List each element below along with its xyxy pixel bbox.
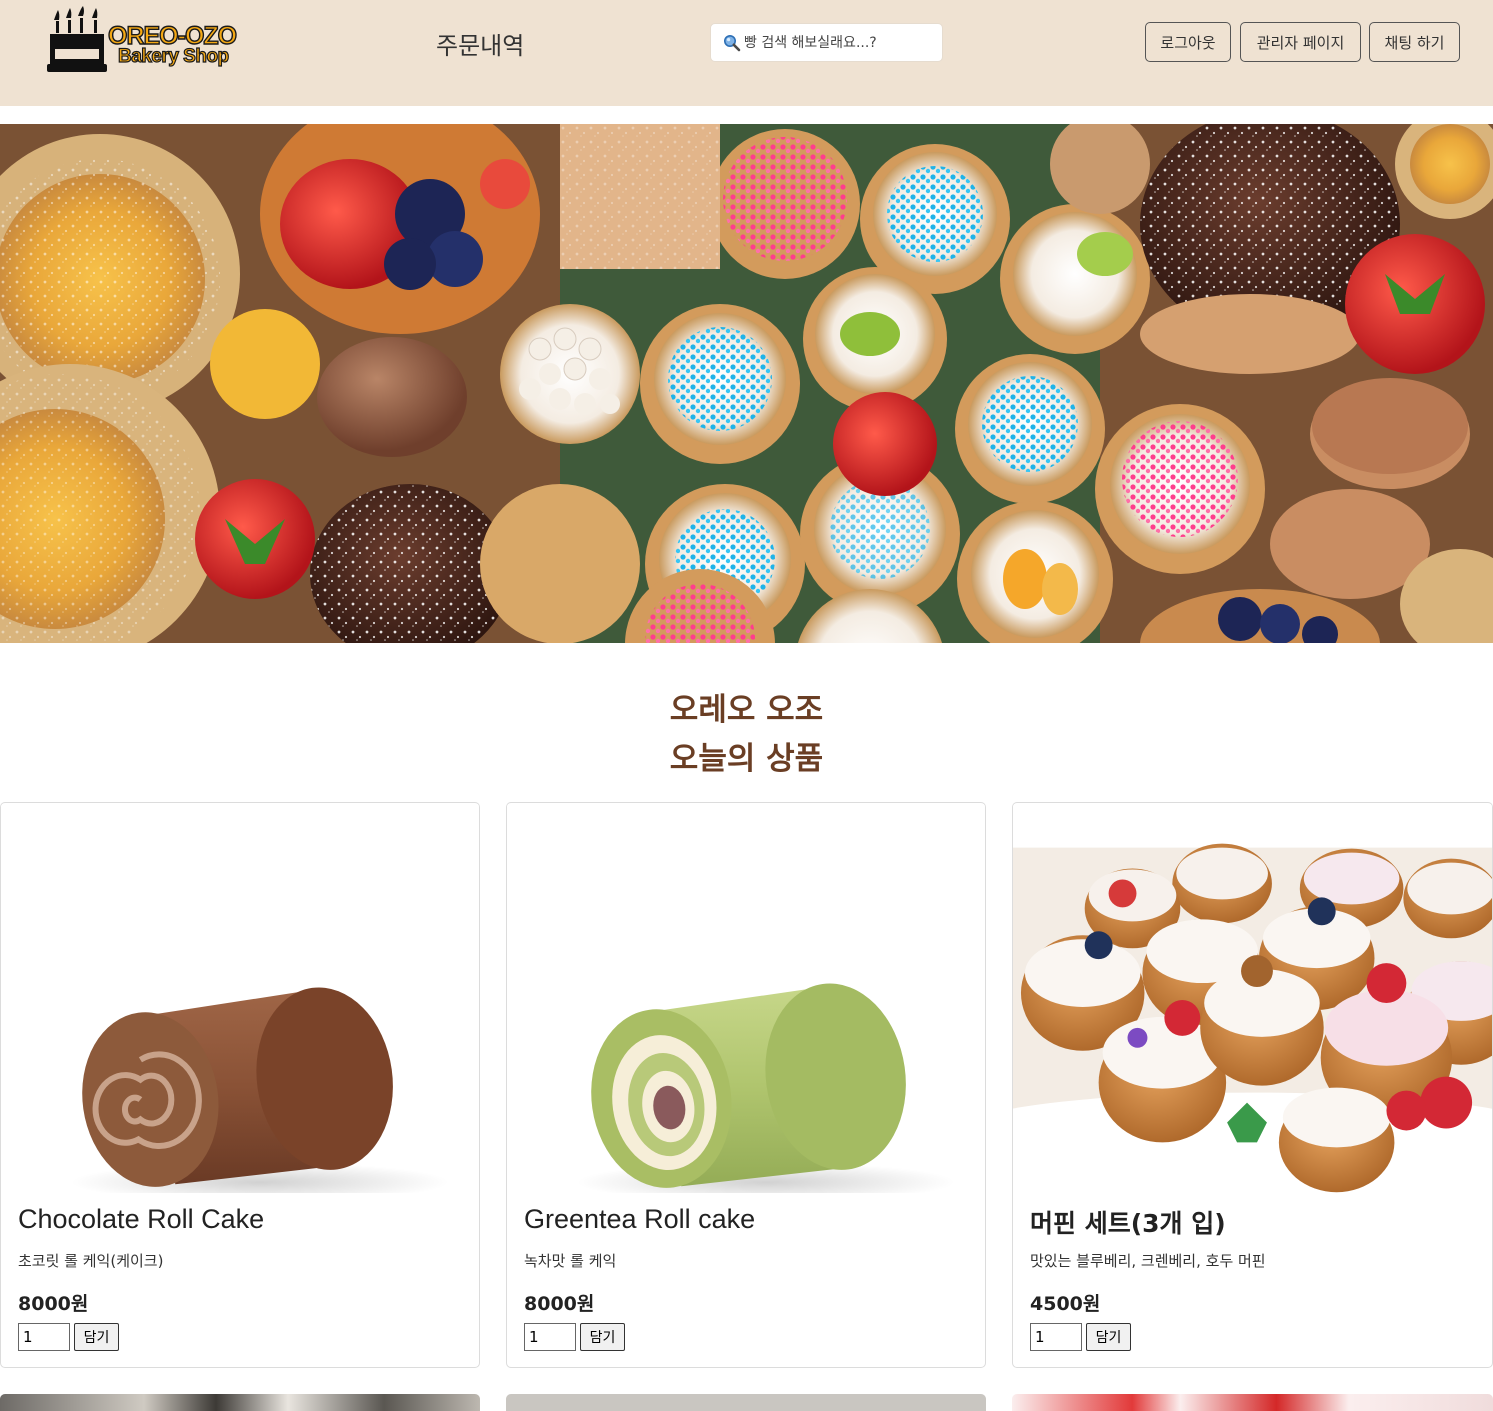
search-box[interactable] [710,23,943,62]
top-navbar: OREO-OZO Bakery Shop 주문내역 로그아웃 관리자 페이지 채… [0,0,1493,106]
product-price: 8000원 [18,1293,89,1315]
todays-products-title: 오레오 오조 오늘의 상품 [0,686,1493,784]
hero-banner-image [0,124,1493,643]
logo-line2: Bakery Shop [117,46,229,67]
add-to-cart-button[interactable]: 담기 [74,1323,119,1351]
product-card: Chocolate Roll Cake 초코릿 롤 케익(케이크) 8000원 … [0,802,480,1368]
logo[interactable]: OREO-OZO Bakery Shop [46,6,252,76]
product-price: 4500원 [1030,1293,1101,1315]
title-line1: 오레오 오조 [669,692,824,728]
quantity-input[interactable] [524,1323,576,1351]
product-description: 초코릿 롤 케익(케이크) [18,1252,164,1270]
product-card: Greentea Roll cake 녹차맛 롤 케익 8000원 담기 [506,802,986,1368]
greentea-roll-cake-image [507,803,985,1193]
product-card-partial [506,1394,986,1411]
product-description: 맛있는 블루베리, 크렌베리, 호두 머핀 [1030,1252,1266,1270]
logout-button[interactable]: 로그아웃 [1145,22,1231,62]
pastries-photo [0,124,1493,643]
add-to-cart-button[interactable]: 담기 [580,1323,625,1351]
product-name: Chocolate Roll Cake [18,1204,265,1234]
search-input[interactable] [744,34,934,51]
product-name: 머핀 세트(3개 입) [1030,1209,1226,1238]
product-card-partial [0,1394,480,1411]
title-line2: 오늘의 상품 [669,741,824,777]
product-card: 머핀 세트(3개 입) 맛있는 블루베리, 크렌베리, 호두 머핀 4500원 … [1012,802,1493,1368]
add-to-cart-button[interactable]: 담기 [1086,1323,1131,1351]
chocolate-roll-cake-image [1,803,479,1193]
chat-button[interactable]: 채팅 하기 [1369,22,1460,62]
cake-logo-icon [47,6,107,72]
product-card-partial [1012,1394,1493,1411]
quantity-input[interactable] [1030,1323,1082,1351]
order-history-link[interactable]: 주문내역 [436,26,524,61]
muffin-set-image [1013,803,1492,1193]
product-description: 녹차맛 롤 케익 [524,1252,617,1270]
product-price: 8000원 [524,1293,595,1315]
admin-page-button[interactable]: 관리자 페이지 [1240,22,1361,62]
quantity-input[interactable] [18,1323,70,1351]
search-icon [724,34,741,51]
product-name: Greentea Roll cake [524,1204,756,1234]
logo-text: OREO-OZO Bakery Shop [107,23,238,67]
